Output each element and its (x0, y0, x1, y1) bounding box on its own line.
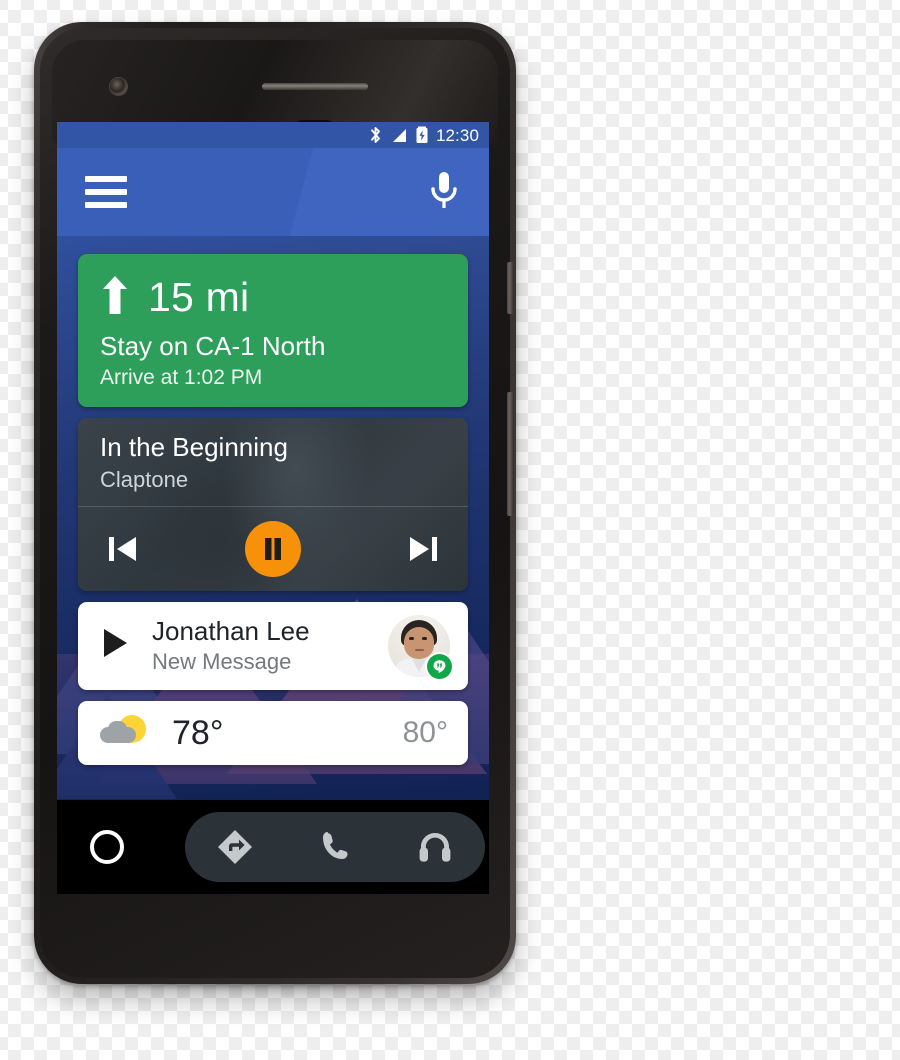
weather-card[interactable]: 78° 80° (78, 700, 468, 765)
battery-charging-icon (416, 126, 428, 144)
weather-current-temp: 78° (172, 713, 224, 752)
arrow-up-icon (100, 274, 130, 321)
navigation-eta: Arrive at 1:02 PM (100, 365, 263, 389)
message-card[interactable]: Jonathan Lee New Message (78, 601, 468, 690)
microphone-icon[interactable] (427, 168, 461, 221)
bottom-nav-bar (57, 800, 489, 894)
navigation-directions-icon[interactable] (202, 820, 268, 874)
media-track-title: In the Beginning (100, 431, 288, 462)
avatar (388, 614, 452, 679)
home-circle-icon[interactable] (90, 830, 124, 864)
app-switcher-pill (185, 812, 485, 882)
front-camera-icon (110, 78, 127, 95)
navigation-instruction: Stay on CA-1 North (100, 331, 326, 361)
earpiece-speaker-icon (262, 83, 368, 90)
navigation-card[interactable]: 15 mi Stay on CA-1 North Arrive at 1:02 … (78, 254, 468, 407)
skip-next-icon[interactable] (404, 532, 442, 566)
power-button[interactable] (507, 262, 514, 314)
hangouts-badge-icon (427, 653, 452, 679)
skip-previous-icon[interactable] (104, 532, 142, 566)
pause-icon[interactable] (245, 520, 301, 577)
hamburger-menu-icon[interactable] (85, 176, 127, 208)
media-track-artist: Claptone (100, 466, 189, 492)
media-card[interactable]: In the Beginning Claptone (78, 417, 468, 591)
status-bar-clock: 12:30 (435, 125, 479, 145)
phone-screen: 12:30 15 mi Stay on CA-1 North Arrive at… (57, 122, 489, 894)
volume-rocker-button[interactable] (507, 392, 514, 516)
phone-device-frame: 12:30 15 mi Stay on CA-1 North Arrive at… (34, 22, 516, 984)
message-subtitle: New Message (152, 649, 292, 675)
navigation-distance: 15 mi (148, 274, 250, 320)
media-controls (78, 507, 468, 591)
weather-high-temp: 80° (402, 715, 448, 749)
sun-behind-cloud-icon (98, 713, 152, 753)
headphones-icon[interactable] (402, 820, 468, 874)
message-sender-name: Jonathan Lee (152, 616, 310, 647)
card-list: 15 mi Stay on CA-1 North Arrive at 1:02 … (57, 236, 489, 894)
bluetooth-icon (368, 126, 383, 144)
app-header (57, 148, 489, 236)
phone-icon[interactable] (302, 820, 368, 874)
status-bar: 12:30 (57, 122, 489, 148)
play-icon[interactable] (100, 626, 130, 665)
signal-icon (391, 128, 408, 143)
phone-inner-body: 12:30 15 mi Stay on CA-1 North Arrive at… (40, 28, 514, 978)
